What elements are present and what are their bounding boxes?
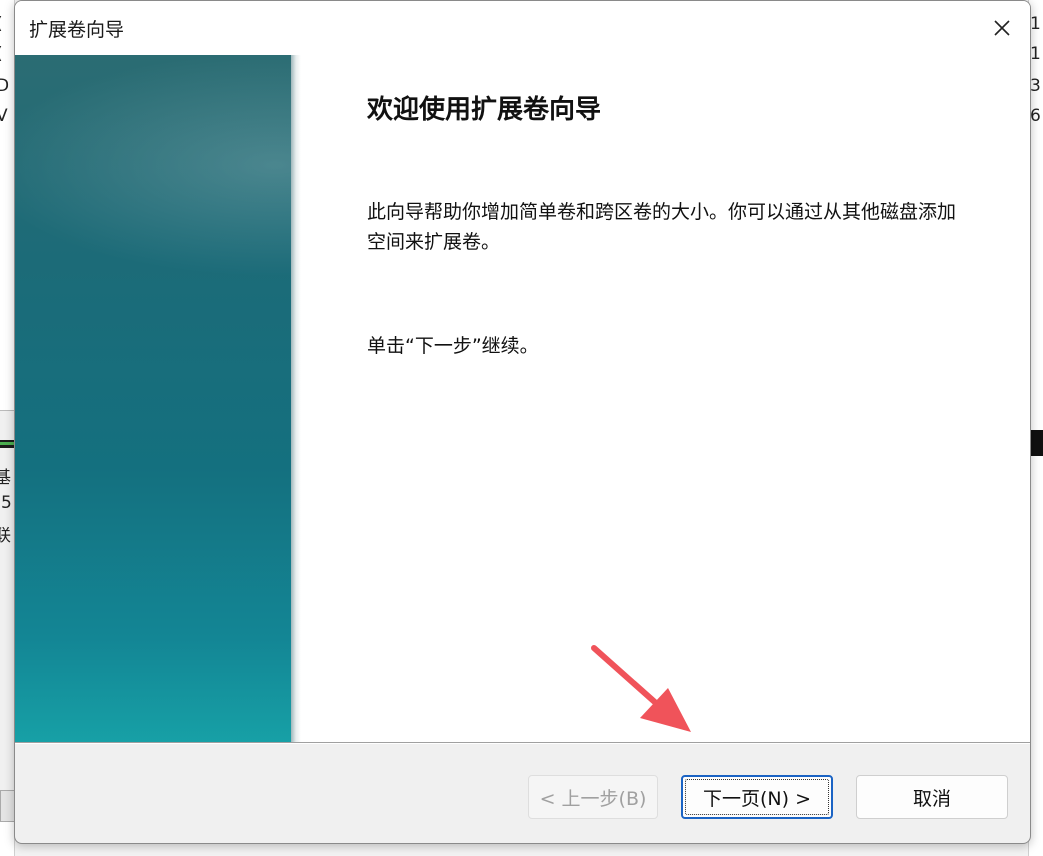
background-text: 6 xyxy=(1030,106,1041,126)
extend-volume-wizard-dialog: 扩展卷向导 欢迎使用扩展卷向导 此向导帮助你增加简单卷和跨区卷的大小。你可以通过… xyxy=(14,0,1031,844)
wizard-description: 此向导帮助你增加简单卷和跨区卷的大小。你可以通过从其他磁盘添加空间来扩展卷。 xyxy=(367,201,957,253)
background-disk-bar xyxy=(0,440,14,448)
footer-divider-highlight xyxy=(15,743,1030,744)
background-text: 1 xyxy=(1030,14,1041,34)
back-button[interactable]: < 上一步(B) xyxy=(528,775,658,819)
close-button[interactable] xyxy=(974,1,1030,55)
welcome-content: 欢迎使用扩展卷向导 此向导帮助你增加简单卷和跨区卷的大小。你可以通过从其他磁盘添… xyxy=(301,55,1030,742)
cancel-button[interactable]: 取消 xyxy=(856,775,1008,819)
continue-hint: 单击“下一步”继续。 xyxy=(367,335,539,357)
background-text: D xyxy=(0,76,10,96)
background-text: 基 xyxy=(0,468,11,488)
background-text: ( xyxy=(0,14,3,34)
background-text: 联 xyxy=(0,526,11,546)
close-icon xyxy=(994,20,1010,36)
window-title: 扩展卷向导 xyxy=(29,19,125,41)
background-disk-bar-right xyxy=(1029,430,1043,456)
title-bar[interactable]: 扩展卷向导 xyxy=(15,1,1030,55)
wizard-banner-image xyxy=(15,55,291,742)
banner-edge xyxy=(291,55,301,742)
next-button[interactable]: 下一页(N) > xyxy=(681,775,833,819)
background-disk-panel: 基 5 联 xyxy=(0,410,14,811)
background-text: ( xyxy=(0,44,3,64)
background-text: 3 xyxy=(1030,76,1041,96)
page-title: 欢迎使用扩展卷向导 xyxy=(367,95,602,125)
background-text: V xyxy=(0,106,8,126)
background-text: 5 xyxy=(1,493,12,513)
background-text: 1 xyxy=(1030,44,1041,64)
